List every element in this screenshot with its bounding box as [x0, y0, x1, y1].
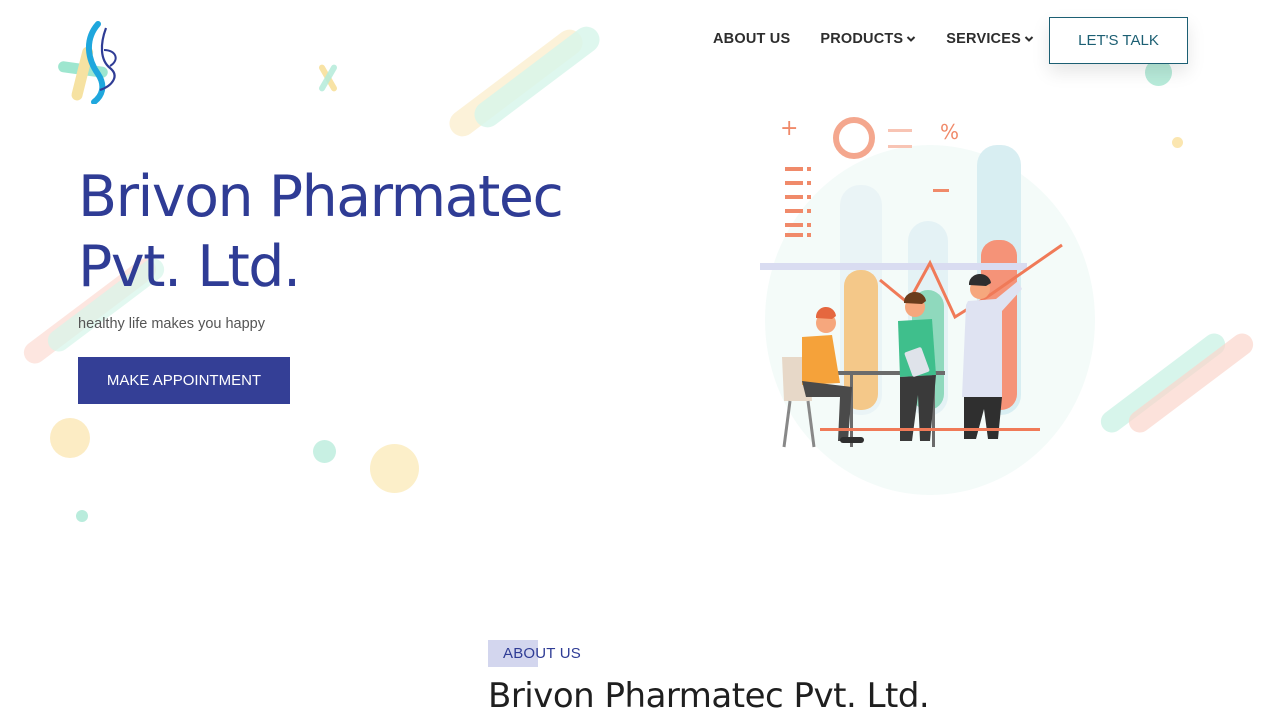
hero-title-line1: Brivon Pharmatec — [78, 164, 564, 230]
hero-title: Brivon Pharmatec Pvt. Ltd. — [78, 162, 638, 302]
brivon-logo-icon[interactable] — [54, 20, 128, 105]
nav-services[interactable]: SERVICES — [946, 31, 1034, 47]
hero-title-line2: Pvt. Ltd. — [78, 234, 301, 300]
main-nav: ABOUT US PRODUCTS SERVICES — [713, 31, 1034, 47]
nav-products-label: PRODUCTS — [820, 31, 904, 47]
nav-about-label: ABOUT US — [713, 31, 791, 47]
about-section-tag: ABOUT US — [503, 645, 582, 662]
chevron-down-icon — [907, 36, 916, 42]
chevron-down-icon — [1024, 36, 1034, 42]
hero-subtitle: healthy life makes you happy — [78, 316, 265, 332]
nav-services-label: SERVICES — [946, 31, 1021, 47]
nav-about-us[interactable]: ABOUT US — [713, 31, 790, 47]
about-heading: Brivon Pharmatec Pvt. Ltd. — [488, 676, 930, 716]
lab-scientists-illustration: + % — [740, 105, 1100, 500]
svg-text:%: % — [940, 120, 959, 144]
make-appointment-button[interactable]: MAKE APPOINTMENT — [78, 357, 290, 404]
nav-products[interactable]: PRODUCTS — [820, 31, 916, 47]
svg-text:+: + — [780, 116, 798, 141]
lets-talk-button[interactable]: LET'S TALK — [1049, 17, 1188, 64]
